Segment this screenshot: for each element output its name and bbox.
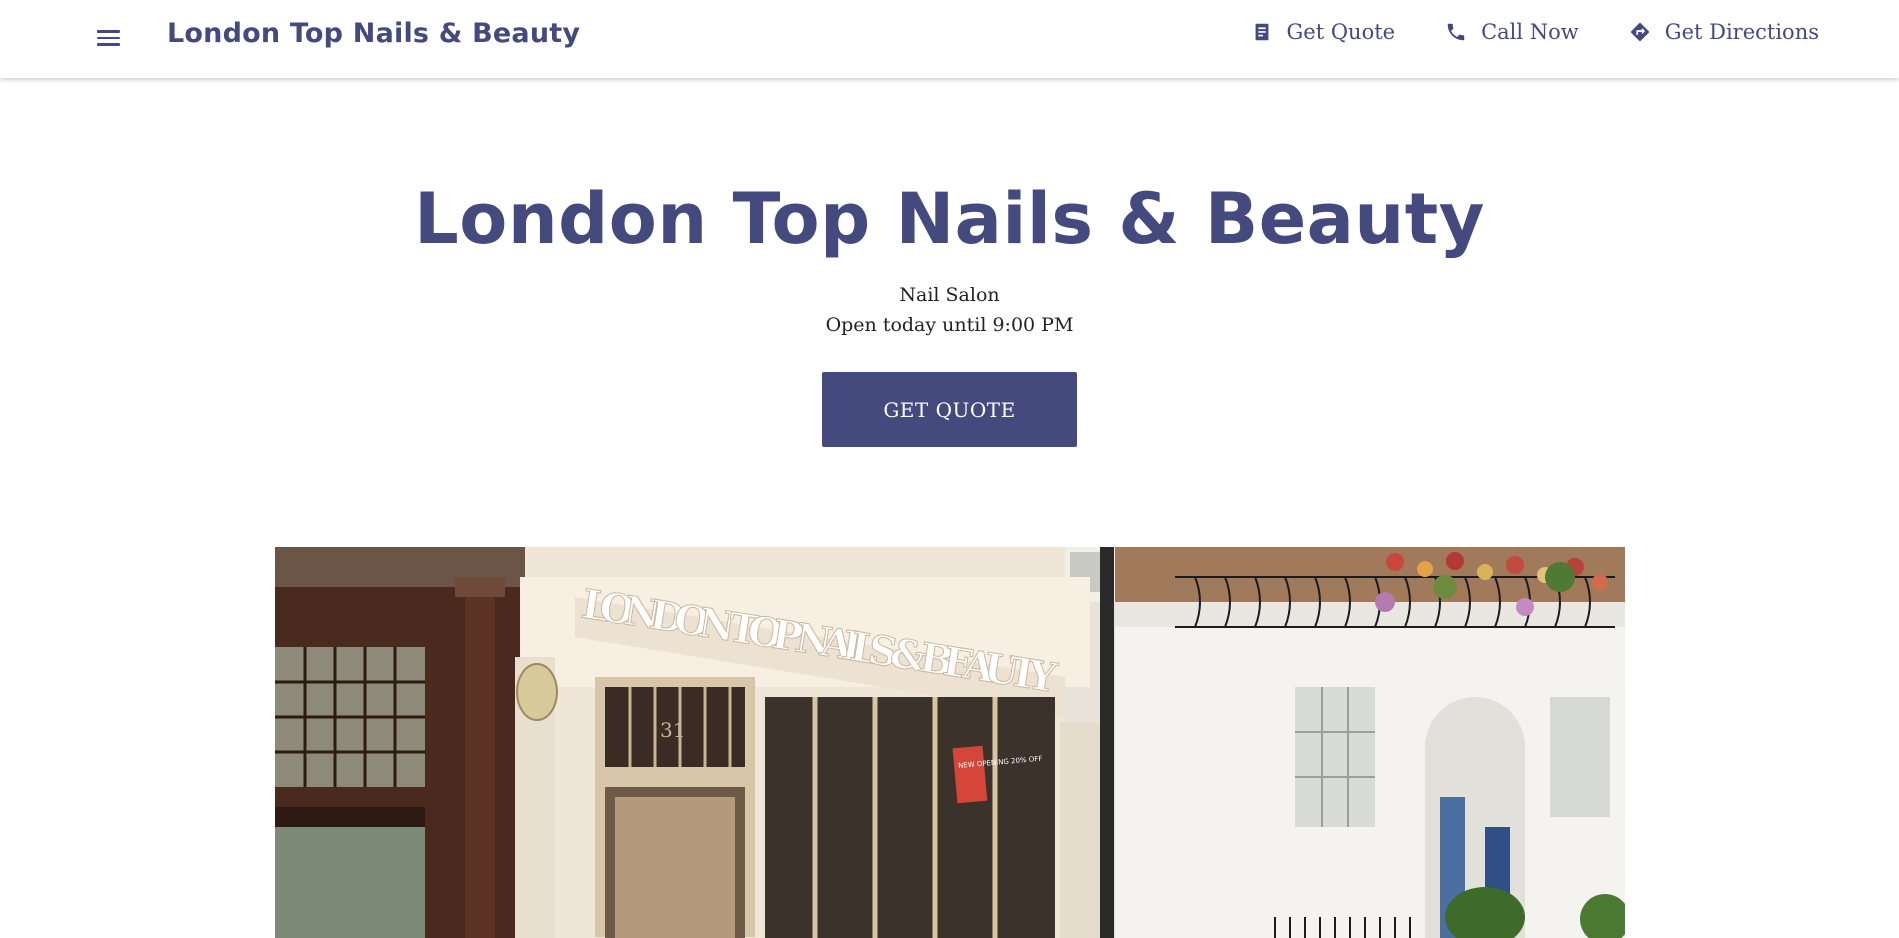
call-now-link[interactable]: Call Now — [1445, 20, 1579, 44]
header-actions: Get Quote Call Now Get Directions — [1251, 20, 1819, 44]
get-quote-link[interactable]: Get Quote — [1251, 20, 1396, 44]
opening-hours: Open today until 9:00 PM — [825, 314, 1074, 336]
get-directions-label: Get Directions — [1664, 20, 1819, 44]
phone-icon — [1447, 23, 1465, 41]
hamburger-menu-icon[interactable] — [97, 26, 127, 50]
top-navigation-bar: London Top Nails & Beauty Get Quote Call… — [0, 0, 1899, 78]
hero-title: London Top Nails & Beauty — [414, 178, 1485, 260]
door-number: 31 — [660, 718, 685, 742]
brand-link[interactable]: London Top Nails & Beauty — [167, 18, 580, 49]
call-now-label: Call Now — [1481, 20, 1579, 44]
get-quote-label: Get Quote — [1286, 20, 1396, 44]
get-directions-link[interactable]: Get Directions — [1629, 20, 1819, 44]
get-quote-button[interactable]: GET QUOTE — [822, 372, 1077, 447]
receipt-icon — [1255, 23, 1268, 41]
storefront-photo: LONDON TOP NAILS & BEAUTY 31 NEW OPENING… — [275, 547, 1625, 938]
business-category: Nail Salon — [899, 284, 1000, 306]
directions-icon — [1630, 22, 1649, 42]
